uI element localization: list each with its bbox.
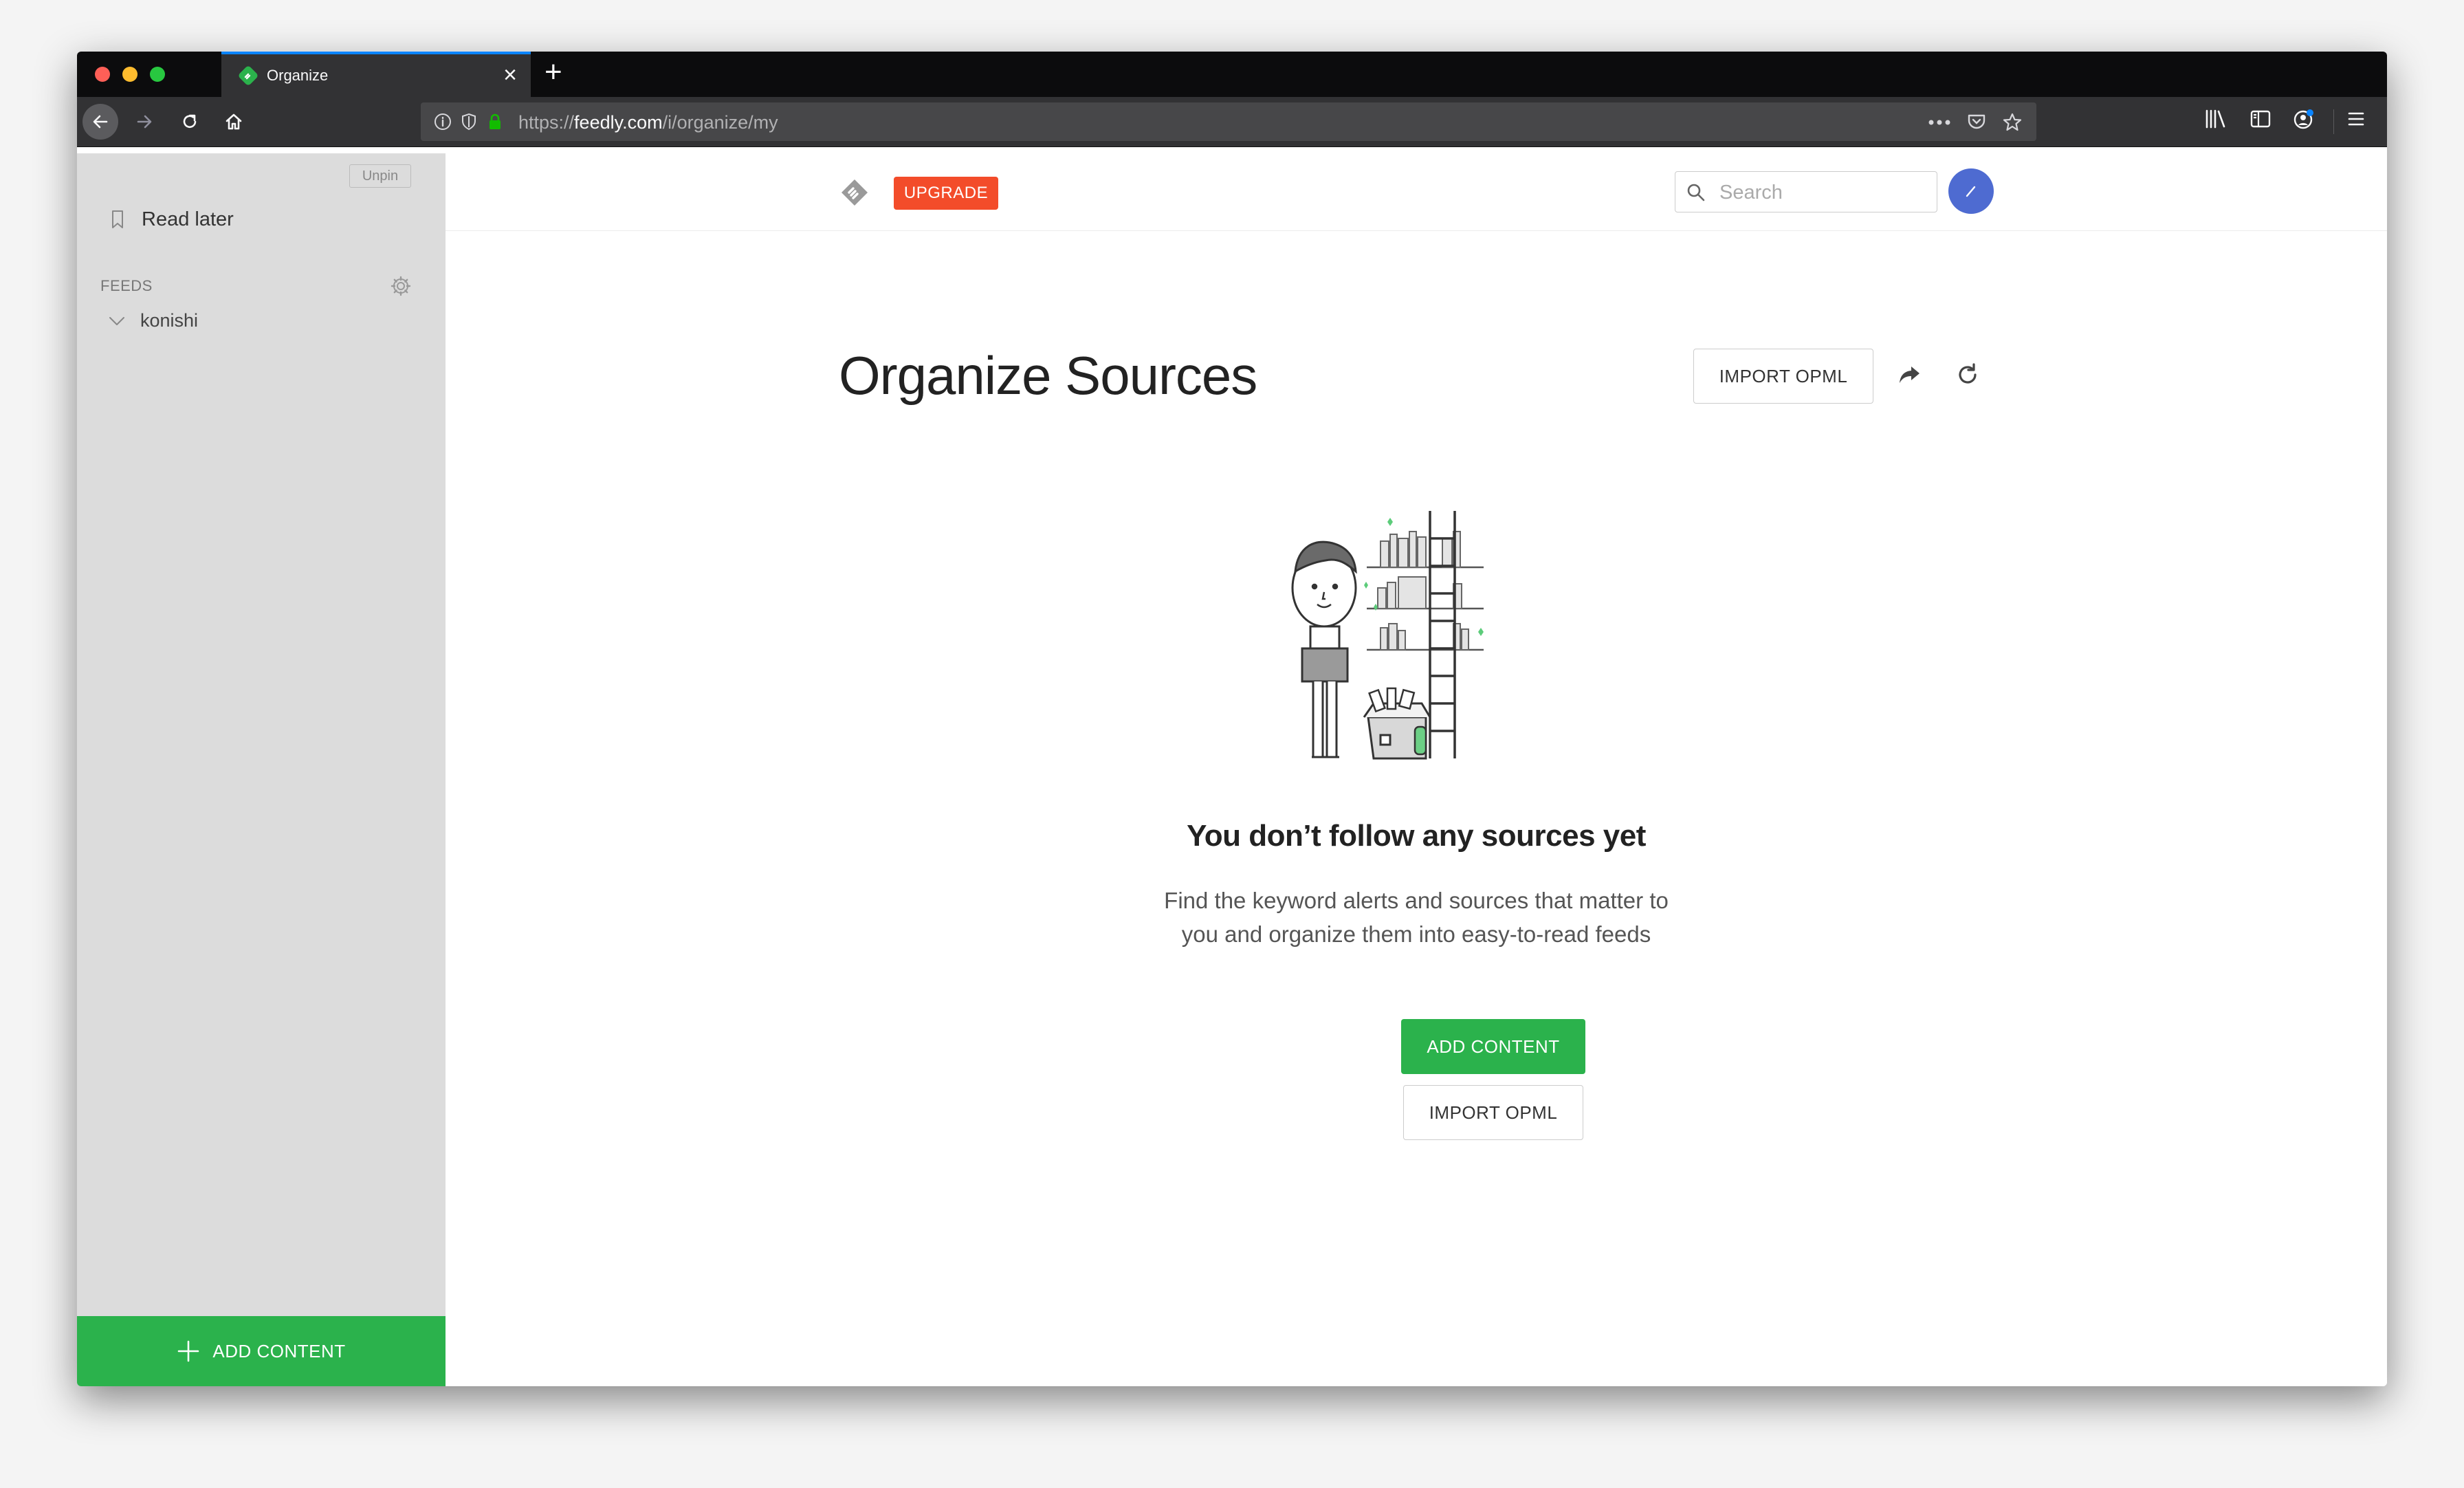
refresh-icon[interactable]: [1954, 361, 1981, 389]
url-text[interactable]: https://feedly.com/i/organize/my: [518, 112, 778, 133]
lock-icon[interactable]: [485, 112, 505, 131]
menu-icon[interactable]: [2346, 108, 2366, 130]
url-prefix: https://: [518, 112, 575, 133]
search-input[interactable]: [1718, 172, 1927, 213]
pocket-icon[interactable]: [1966, 112, 1987, 131]
bookmark-star-icon[interactable]: [2002, 112, 2023, 133]
home-button[interactable]: [216, 104, 252, 140]
sidebar-add-content-button[interactable]: ADD CONTENT: [77, 1316, 446, 1386]
new-tab-button[interactable]: +: [544, 57, 562, 87]
back-button[interactable]: [82, 104, 118, 140]
sidebar-item-label: Read later: [142, 208, 234, 230]
empty-state-description: Find the keyword alerts and sources that…: [1164, 888, 1669, 947]
account-icon[interactable]: [2292, 108, 2316, 131]
minimize-window-button[interactable]: [122, 67, 138, 82]
feedly-favicon-icon: [239, 66, 258, 85]
main-content: UPGRADE Organize Sources IMPORT OPML: [446, 153, 2387, 1386]
share-icon[interactable]: [1896, 362, 1924, 387]
feeds-heading: FEEDS: [100, 277, 153, 294]
tab-close-icon[interactable]: ×: [503, 61, 517, 89]
page-actions-icon[interactable]: [1928, 119, 1951, 126]
tab-bar: Organize × +: [77, 52, 2387, 97]
reload-button[interactable]: [172, 104, 208, 140]
toolbar-divider: [2333, 109, 2334, 134]
page-title: Organize Sources: [839, 345, 1257, 406]
sidebar-toggle-icon[interactable]: [2250, 108, 2272, 130]
import-opml-header-button[interactable]: IMPORT OPML: [1693, 349, 1873, 404]
empty-state-title: You don’t follow any sources yet: [1187, 819, 1646, 853]
empty-state-illustration: [1291, 511, 1484, 760]
forward-button[interactable]: [126, 104, 162, 140]
url-path: /i/organize/my: [662, 112, 778, 133]
import-opml-button[interactable]: IMPORT OPML: [1403, 1085, 1583, 1140]
forward-icon: [137, 115, 152, 129]
chevron-down-icon[interactable]: [107, 314, 126, 328]
library-icon[interactable]: [2204, 108, 2228, 130]
add-content-button[interactable]: ADD CONTENT: [1401, 1019, 1585, 1074]
bookmark-icon: [112, 210, 123, 228]
add-content-label: ADD CONTENT: [212, 1340, 346, 1361]
info-icon[interactable]: [433, 112, 452, 131]
tab-title: Organize: [267, 67, 329, 84]
reload-icon: [183, 114, 197, 128]
plus-icon: [178, 1340, 199, 1362]
close-window-button[interactable]: [95, 67, 110, 82]
feed-label: konishi: [140, 310, 199, 331]
sidebar-item-read-later[interactable]: Read later: [110, 206, 234, 233]
app-header: UPGRADE: [446, 153, 2387, 231]
sidebar: Unpin Read later FEEDS konishi ADD CONTE…: [77, 153, 446, 1386]
browser-window: Organize × + https://feedly.com/i/organi…: [77, 52, 2387, 1386]
browser-tab[interactable]: Organize ×: [221, 52, 531, 97]
unpin-button[interactable]: Unpin: [349, 164, 411, 188]
feedly-logo-icon[interactable]: [839, 177, 870, 208]
upgrade-button[interactable]: UPGRADE: [894, 177, 998, 210]
gear-icon[interactable]: [389, 274, 412, 298]
url-domain: feedly.com: [574, 112, 663, 133]
search-icon: [1687, 184, 1705, 201]
sidebar-item-konishi[interactable]: konishi: [107, 310, 198, 331]
search-box[interactable]: [1675, 171, 1937, 213]
navigation-toolbar: https://feedly.com/i/organize/my: [77, 97, 2387, 147]
back-icon: [93, 115, 108, 129]
avatar-mark-icon: [1966, 186, 1976, 197]
address-bar[interactable]: https://feedly.com/i/organize/my: [421, 102, 2036, 141]
home-icon: [226, 113, 242, 130]
maximize-window-button[interactable]: [150, 67, 165, 82]
avatar[interactable]: [1948, 168, 1994, 214]
tracking-protection-icon[interactable]: [459, 112, 478, 131]
